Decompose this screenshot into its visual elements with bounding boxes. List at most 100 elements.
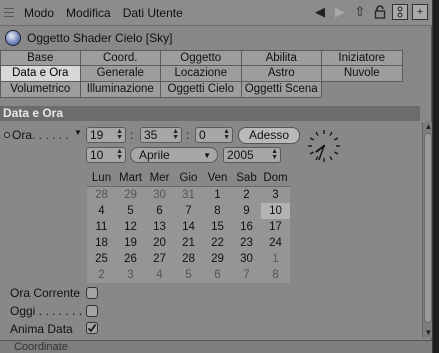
calendar-day[interactable]: 5: [174, 267, 203, 283]
expand-triangle-icon[interactable]: ▼: [74, 128, 82, 137]
grip-handle[interactable]: [0, 0, 18, 26]
anima-data-checkbox[interactable]: [86, 322, 98, 334]
tab-base[interactable]: Base: [0, 50, 81, 66]
calendar-day[interactable]: 29: [203, 251, 232, 267]
calendar-day[interactable]: 21: [174, 235, 203, 251]
calendar-day[interactable]: 4: [145, 267, 174, 283]
calendar-day[interactable]: 28: [87, 187, 116, 203]
menu-modifica[interactable]: Modifica: [60, 6, 117, 20]
hour-field[interactable]: 19 ▲ ▼: [86, 127, 126, 143]
calendar-day[interactable]: 30: [145, 187, 174, 203]
calendar-day-selected[interactable]: 10: [261, 203, 290, 219]
calendar-day[interactable]: 17: [261, 219, 290, 235]
tab-oggetti-scena[interactable]: Oggetti Scena: [241, 82, 322, 98]
tab-volumetrico[interactable]: Volumetrico: [0, 82, 81, 98]
up-arrow-icon[interactable]: ⇧: [352, 4, 368, 20]
calendar-day[interactable]: 3: [116, 267, 145, 283]
minute-field[interactable]: 35 ▲ ▼: [140, 127, 182, 143]
day-field[interactable]: 10 ▲ ▼: [86, 147, 126, 163]
calendar-day[interactable]: 7: [174, 203, 203, 219]
oggi-checkbox[interactable]: [86, 305, 98, 317]
tab-data-e-ora[interactable]: Data e Ora: [0, 66, 81, 82]
tab-coord[interactable]: Coord.: [80, 50, 161, 66]
lock-icon[interactable]: [372, 4, 388, 20]
calendar-day[interactable]: 1: [261, 251, 290, 267]
tab-nuvole[interactable]: Nuvole: [322, 66, 403, 82]
calendar-day[interactable]: 8: [261, 267, 290, 283]
calendar-day[interactable]: 3: [261, 187, 290, 203]
settings-icon[interactable]: [392, 4, 408, 20]
calendar-day[interactable]: 4: [87, 203, 116, 219]
calendar-day[interactable]: 31: [174, 187, 203, 203]
calendar-day[interactable]: 18: [87, 235, 116, 251]
year-stepper-icon[interactable]: ▲ ▼: [271, 148, 278, 161]
calendar-week: 4 5 6 7 8 9 10: [87, 203, 290, 219]
scroll-down-arrow-icon[interactable]: ▼: [424, 328, 433, 338]
ora-corrente-checkbox[interactable]: [86, 287, 98, 299]
tab-astro[interactable]: Astro: [241, 66, 322, 82]
calendar-day[interactable]: 15: [203, 219, 232, 235]
tab-generale[interactable]: Generale: [80, 66, 161, 82]
calendar-day[interactable]: 26: [116, 251, 145, 267]
scroll-thumb[interactable]: [424, 133, 432, 323]
calendar-day[interactable]: 1: [203, 187, 232, 203]
calendar-day[interactable]: 9: [232, 203, 261, 219]
calendar-day[interactable]: 6: [203, 267, 232, 283]
tab-locazione[interactable]: Locazione: [161, 66, 242, 82]
calendar-day[interactable]: 16: [232, 219, 261, 235]
calendar-week: 28 29 30 31 1 2 3: [87, 187, 290, 203]
tab-iniziatore[interactable]: Iniziatore: [322, 50, 403, 66]
back-arrow-icon[interactable]: ◀: [312, 4, 328, 20]
calendar-day[interactable]: 6: [145, 203, 174, 219]
calendar-day[interactable]: 13: [145, 219, 174, 235]
year-field[interactable]: 2005 ▲ ▼: [223, 147, 281, 163]
calendar-day[interactable]: 12: [116, 219, 145, 235]
option-label: Ora Corrente: [10, 286, 81, 300]
now-button[interactable]: Adesso: [238, 127, 300, 144]
month-value: Aprile: [139, 148, 170, 162]
calendar-day[interactable]: 25: [87, 251, 116, 267]
calendar-day[interactable]: 24: [261, 235, 290, 251]
second-field[interactable]: 0 ▲ ▼: [195, 127, 233, 143]
weekday-label: Mer: [149, 172, 170, 184]
calendar-day[interactable]: 29: [116, 187, 145, 203]
hour-stepper-icon[interactable]: ▲ ▼: [116, 128, 123, 141]
calendar-day[interactable]: 2: [87, 267, 116, 283]
calendar-day[interactable]: 20: [145, 235, 174, 251]
calendar-day[interactable]: 27: [145, 251, 174, 267]
collapsed-section-coordinate[interactable]: Coordinate: [0, 340, 432, 353]
animation-bullet-icon[interactable]: [4, 132, 10, 138]
calendar-day[interactable]: 22: [203, 235, 232, 251]
tab-illuminazione[interactable]: Illuminazione: [80, 82, 161, 98]
sky-object-icon: [5, 30, 21, 46]
minute-stepper-icon[interactable]: ▲ ▼: [172, 128, 179, 141]
calendar-day[interactable]: 30: [232, 251, 261, 267]
calendar-day[interactable]: 14: [174, 219, 203, 235]
new-window-icon[interactable]: +: [412, 4, 428, 20]
weekday-label: Dom: [263, 172, 288, 184]
calendar-day[interactable]: 2: [232, 187, 261, 203]
option-label: Oggi . . . . . . .: [10, 304, 83, 318]
menu-modo[interactable]: Modo: [18, 6, 60, 20]
second-stepper-icon[interactable]: ▲ ▼: [223, 128, 230, 141]
window-edge: [433, 0, 439, 353]
day-stepper-icon[interactable]: ▲ ▼: [116, 148, 123, 161]
tab-oggetti-cielo[interactable]: Oggetti Cielo: [161, 82, 242, 98]
calendar-day[interactable]: 19: [116, 235, 145, 251]
month-select[interactable]: Aprile ▼: [130, 147, 218, 163]
calendar-day[interactable]: 8: [203, 203, 232, 219]
calendar: Lun Mart Mer Gio Ven Sab Dom 28 29 30 31…: [87, 170, 290, 283]
forward-arrow-icon[interactable]: ▶: [332, 4, 348, 20]
tab-oggetto[interactable]: Oggetto: [161, 50, 242, 66]
calendar-day[interactable]: 5: [116, 203, 145, 219]
calendar-day[interactable]: 7: [232, 267, 261, 283]
tab-abilita[interactable]: Abilita: [241, 50, 322, 66]
menu-dati-utente[interactable]: Dati Utente: [117, 6, 189, 20]
weekday-label: Mart: [119, 172, 142, 184]
vertical-scrollbar[interactable]: ▲ ▼: [422, 122, 432, 338]
option-oggi: Oggi . . . . . . .: [10, 304, 120, 318]
calendar-day[interactable]: 23: [232, 235, 261, 251]
calendar-day[interactable]: 11: [87, 219, 116, 235]
calendar-day[interactable]: 28: [174, 251, 203, 267]
scroll-up-arrow-icon[interactable]: ▲: [424, 122, 433, 132]
